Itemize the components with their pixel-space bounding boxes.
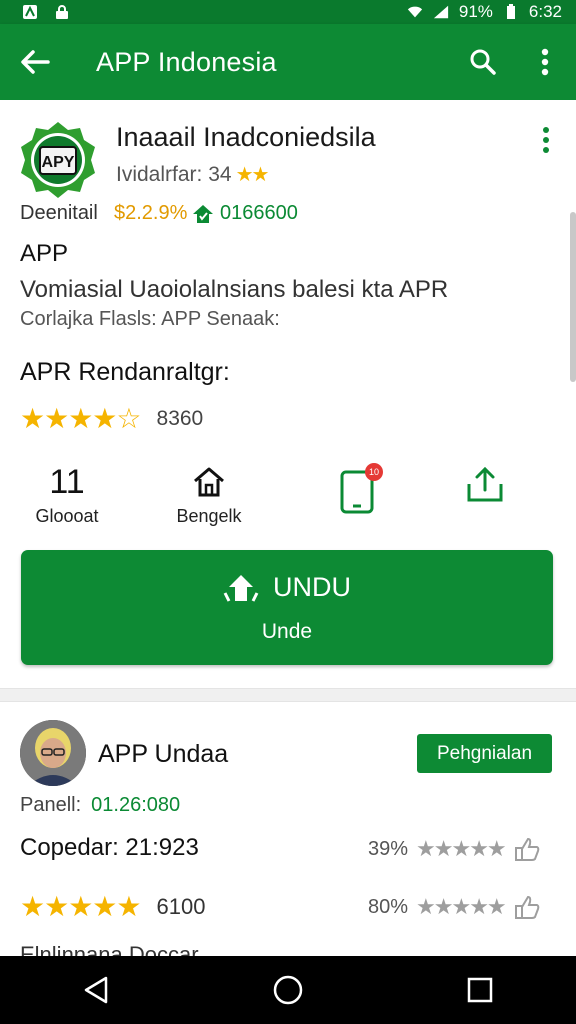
award-icon (193, 204, 213, 223)
signal-icon (433, 4, 449, 20)
thumbs-up-icon[interactable] (513, 894, 541, 920)
review-stars: ★★★★★ (20, 891, 142, 922)
review-line: Copedar: 21:923 (20, 834, 199, 861)
battery-percent: 91% (458, 2, 493, 21)
nav-home-button[interactable] (248, 956, 328, 1024)
app-name: Inaaail Inadconiedsila (116, 122, 376, 152)
rating-row: ★★★★☆ 8360 (20, 402, 203, 435)
system-nav-bar (0, 956, 576, 1024)
card-more-button[interactable] (532, 125, 560, 155)
review-meta: Panell: 01.26:080 (20, 794, 180, 817)
review-meta-value: 01.26:080 (91, 794, 181, 816)
share-icon (463, 460, 507, 504)
developer-label: Deenitail (20, 202, 98, 224)
review-action-button[interactable]: Pehgnialan (417, 734, 552, 773)
home-icon (191, 460, 227, 504)
svg-text:10: 10 (369, 467, 379, 477)
battery-icon (503, 4, 519, 20)
install-button[interactable]: UNDU Unde (21, 550, 553, 665)
action-label: Bengelk (176, 506, 242, 526)
svg-text:APY: APY (42, 154, 75, 171)
app-bar-title: APP Indonesia (96, 46, 277, 77)
section-title: APR Rendanraltgr: (20, 358, 230, 386)
action-label: Gloooat (35, 506, 99, 526)
lock-icon (54, 4, 70, 20)
price-label: $2.2.9% (114, 202, 188, 224)
nav-back-icon (84, 976, 108, 1004)
side-rating-stars: ★★★★★ (416, 894, 507, 919)
more-options-button[interactable] (514, 24, 576, 100)
thumbs-up-icon[interactable] (513, 836, 541, 862)
review-count: 6100 (156, 893, 206, 919)
more-vertical-icon (541, 48, 549, 76)
side-rating-percent: 39% (368, 837, 409, 860)
search-button[interactable] (452, 24, 514, 100)
download-icon (223, 574, 259, 602)
downloads-value: 0166600 (220, 202, 298, 224)
side-rating-stars: ★★★★★ (416, 836, 507, 861)
app-label: APP (20, 240, 69, 267)
app-subtitle: Ividalrfar: 34 ★★ (116, 162, 270, 187)
app-description: Vomiasial Uaoiolalnsians balesi kta APR (20, 276, 449, 303)
notification-icon (22, 4, 38, 20)
side-rating-1: 39% ★★★★★ (368, 836, 541, 862)
section-divider (0, 688, 576, 702)
app-category: Corlajka Flasls: APP Senaak: (20, 308, 280, 330)
downloads-label: 0166600 (192, 202, 298, 225)
arrow-left-icon (21, 50, 50, 74)
nav-home-icon (273, 975, 303, 1005)
rating-stars: ★★★★☆ (20, 403, 142, 434)
side-rating-2: 80% ★★★★★ (368, 894, 541, 920)
side-rating-percent: 80% (368, 895, 409, 918)
back-button[interactable] (0, 24, 70, 100)
wifi-icon (407, 4, 423, 20)
subtitle-stars: ★★ (235, 164, 270, 186)
status-bar: 91% 6:32 (0, 0, 576, 24)
phone-badge-icon: 10 (336, 460, 386, 514)
install-label: UNDU (273, 572, 351, 602)
action-gloooat[interactable]: 11 Gloooat (12, 460, 122, 527)
reviewer-avatar[interactable] (20, 720, 86, 786)
clock: 6:32 (528, 2, 562, 21)
app-subtitle-text: Ividalrfar: 34 (116, 162, 232, 186)
install-button-top: UNDU (21, 572, 553, 603)
nav-back-button[interactable] (56, 956, 136, 1024)
person-avatar-icon (20, 720, 86, 786)
app-bar: APP Indonesia (0, 24, 576, 100)
action-bengelk[interactable]: Bengelk (154, 460, 264, 527)
rating-count: 8360 (156, 406, 204, 430)
more-dot-icon (543, 147, 549, 153)
nav-recents-button[interactable] (440, 956, 520, 1024)
reviewer-name: APP Undaa (98, 740, 229, 768)
search-icon (470, 49, 496, 75)
scrollbar[interactable] (570, 212, 576, 382)
install-sublabel: Unde (261, 620, 313, 643)
action-device[interactable]: 10 (306, 460, 416, 514)
nav-recents-icon (467, 977, 493, 1003)
more-dot-icon (543, 137, 549, 143)
app-meta-row: Deenitail $2.2.9% 0166600 (20, 202, 298, 225)
action-share[interactable] (430, 460, 540, 504)
review-body-preview: Elnlinnana Doccar (20, 942, 199, 956)
more-dot-icon (543, 127, 549, 133)
app-logo[interactable]: APY (18, 120, 98, 200)
review-stars-row: ★★★★★ 6100 (20, 890, 205, 923)
app-logo-icon: APY (21, 122, 95, 198)
review-meta-label: Panell: (20, 794, 82, 816)
action-count: 11 (49, 463, 85, 501)
